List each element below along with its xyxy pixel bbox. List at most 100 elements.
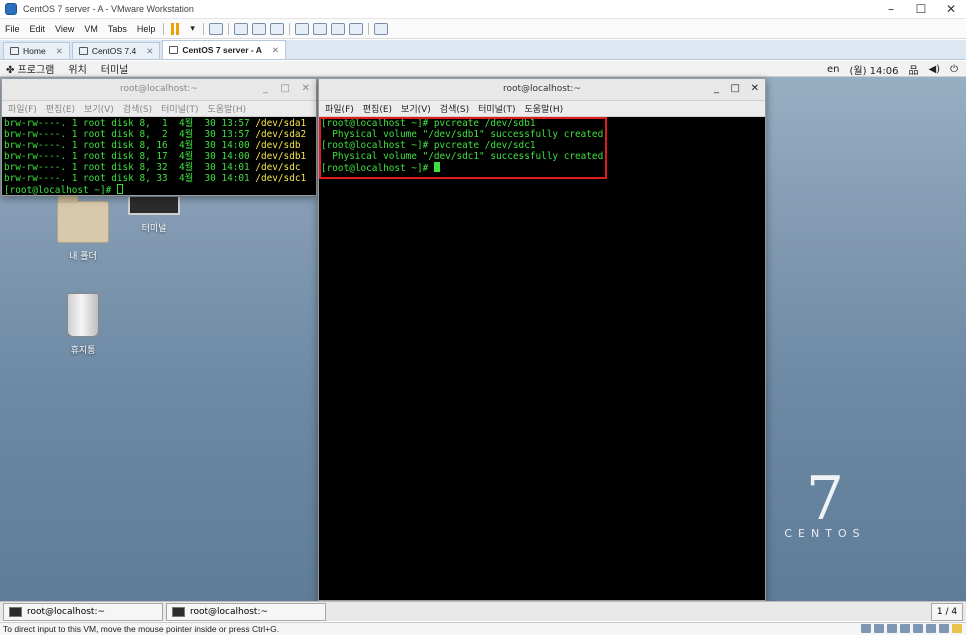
snapshot-icon[interactable] [233, 22, 248, 35]
gnome-topbar: ✤ 프로그램 위치 터미널 en (월) 14:06 品 ◀) ⏻ [0, 61, 966, 77]
clock[interactable]: (월) 14:06 [849, 62, 898, 77]
red-highlight-box [319, 117, 607, 179]
terminal-menubar: 파일(F) 편집(E) 보기(V) 검색(S) 터미널(T) 도움말(H) [2, 101, 316, 117]
usb-icon[interactable] [926, 624, 936, 633]
tab-label: CentOS 7 server - A [182, 45, 262, 55]
terminal-cursor [116, 184, 123, 194]
taskbar-item-terminal[interactable]: root@localhost:~ [166, 602, 326, 621]
toolbar-separator [202, 22, 204, 35]
tab-centos-7-server-a[interactable]: CentOS 7 server - A ✕ [162, 40, 287, 59]
applications-menu[interactable]: ✤ 프로그램 [6, 61, 54, 76]
unity-icon[interactable] [348, 22, 363, 35]
menu-terminal[interactable]: 터미널(T) [161, 102, 198, 115]
tab-close-icon[interactable]: ✕ [272, 45, 279, 56]
power-icon[interactable]: ⏻ [950, 64, 958, 75]
maximize-icon[interactable]: □ [281, 83, 290, 94]
menu-file[interactable]: 파일(F) [8, 102, 37, 115]
cdrom-icon[interactable] [900, 624, 910, 633]
revert-snapshot-icon[interactable] [251, 22, 266, 35]
snapshot-manager-icon[interactable] [269, 22, 284, 35]
tab-centos-74[interactable]: CentOS 7.4 ✕ [71, 42, 161, 59]
vmware-app-icon [5, 3, 17, 15]
tab-close-icon[interactable]: ✕ [56, 46, 63, 57]
toolbar-separator [227, 22, 229, 35]
close-icon[interactable]: ✕ [302, 83, 310, 94]
places-menu[interactable]: 위치 [68, 61, 86, 76]
power-dropdown-icon[interactable]: ▾ [185, 23, 200, 34]
library-icon[interactable] [294, 22, 309, 35]
tab-label: CentOS 7.4 [91, 46, 137, 56]
terminal-window-right[interactable]: root@localhost:~ _ □ ✕ 파일(F) 편집(E) 보기(V)… [318, 78, 766, 601]
taskbar-item-label: root@localhost:~ [27, 606, 106, 617]
maximize-button[interactable]: ☐ [906, 1, 936, 18]
menu-edit[interactable]: Edit [25, 24, 51, 34]
minimize-button[interactable]: – [876, 1, 906, 18]
home-folder-icon[interactable]: 내 폴더 [55, 196, 111, 262]
message-icon[interactable] [952, 624, 962, 633]
menu-help[interactable]: Help [132, 24, 161, 34]
console-view-icon[interactable] [373, 22, 388, 35]
vm-icon [78, 47, 88, 55]
menu-file[interactable]: 파일(F) [325, 102, 354, 115]
toolbar-separator [367, 22, 369, 35]
minimize-icon[interactable]: _ [263, 83, 268, 94]
minimize-icon[interactable]: _ [714, 83, 719, 94]
menu-view[interactable]: 보기(V) [84, 102, 114, 115]
menu-search[interactable]: 검색(S) [123, 102, 152, 115]
terminal-line: brw-rw----. 1 root disk 8, 1 4월 30 13:57… [4, 118, 307, 129]
menu-edit[interactable]: 편집(E) [46, 102, 75, 115]
trash-icon[interactable]: 휴지통 [55, 293, 111, 356]
network-adapter-icon[interactable] [913, 624, 923, 633]
terminal-line: brw-rw----. 1 root disk 8, 2 4월 30 13:57… [4, 129, 307, 140]
vmware-statusbar: To direct input to this VM, move the mou… [0, 622, 966, 635]
guest-desktop[interactable]: ✤ 프로그램 위치 터미널 en (월) 14:06 品 ◀) ⏻ 내 폴더 터… [0, 61, 966, 601]
close-icon[interactable]: ✕ [751, 83, 759, 94]
taskbar-item-terminal[interactable]: root@localhost:~ [3, 602, 163, 621]
workspace-switcher[interactable]: 1 / 4 [931, 603, 963, 621]
terminal-prompt-line: [root@localhost ~]# [4, 184, 314, 196]
terminal-app-menu[interactable]: 터미널 [101, 61, 129, 76]
maximize-icon[interactable]: □ [731, 83, 740, 94]
display-icon[interactable] [939, 624, 949, 633]
tab-home[interactable]: Home ✕ [3, 42, 70, 59]
toolbar-separator [163, 22, 165, 35]
window-title: CentOS 7 server - A - VMware Workstation [23, 4, 194, 14]
menu-vm[interactable]: VM [79, 24, 103, 34]
terminal-desktop-icon[interactable]: 터미널 [125, 197, 183, 234]
terminal-titlebar: root@localhost:~ _ □ ✕ [319, 79, 765, 101]
pause-icon[interactable] [171, 22, 181, 35]
centos-logo: 7 CENTOS [784, 464, 866, 540]
terminal-line: brw-rw----. 1 root disk 8, 32 4월 30 14:0… [4, 162, 301, 173]
menu-edit[interactable]: 편집(E) [363, 102, 392, 115]
menu-help[interactable]: 도움말(H) [207, 102, 246, 115]
terminal-window-left[interactable]: root@localhost:~ _ □ ✕ 파일(F) 편집(E) 보기(V)… [1, 78, 317, 196]
toolbar-separator [288, 22, 290, 35]
window-titlebar: CentOS 7 server - A - VMware Workstation… [0, 0, 966, 19]
menu-help[interactable]: 도움말(H) [524, 102, 563, 115]
full-screen-icon[interactable] [330, 22, 345, 35]
hdd-icon[interactable] [861, 624, 871, 633]
gnome-window-list: root@localhost:~ root@localhost:~ 1 / 4 [0, 601, 966, 621]
network-icon[interactable]: 品 [908, 62, 918, 77]
tab-close-icon[interactable]: ✕ [146, 46, 153, 57]
terminal-line: brw-rw----. 1 root disk 8, 16 4월 30 14:0… [4, 140, 301, 151]
menu-file[interactable]: File [0, 24, 25, 34]
vmware-menubar: File Edit View VM Tabs Help ▾ [0, 19, 966, 39]
input-language[interactable]: en [827, 64, 840, 75]
terminal-output[interactable]: brw-rw----. 1 root disk 8, 1 4월 30 13:57… [2, 117, 316, 197]
hdd-icon[interactable] [887, 624, 897, 633]
thumbnail-bar-icon[interactable] [312, 22, 327, 35]
home-icon [10, 47, 19, 55]
close-button[interactable]: ✕ [936, 1, 966, 18]
menu-tabs[interactable]: Tabs [103, 24, 132, 34]
menu-terminal[interactable]: 터미널(T) [478, 102, 515, 115]
volume-icon[interactable]: ◀) [928, 64, 940, 75]
terminal-icon [172, 606, 185, 617]
menu-view[interactable]: View [50, 24, 79, 34]
hdd-icon[interactable] [874, 624, 884, 633]
send-ctrl-alt-del-icon[interactable] [208, 22, 223, 35]
terminal-titlebar: root@localhost:~ _ □ ✕ [2, 79, 316, 101]
menu-search[interactable]: 검색(S) [440, 102, 469, 115]
menu-view[interactable]: 보기(V) [401, 102, 431, 115]
terminal-output-area[interactable]: [root@localhost ~]# pvcreate /dev/sdb1 P… [319, 117, 765, 179]
